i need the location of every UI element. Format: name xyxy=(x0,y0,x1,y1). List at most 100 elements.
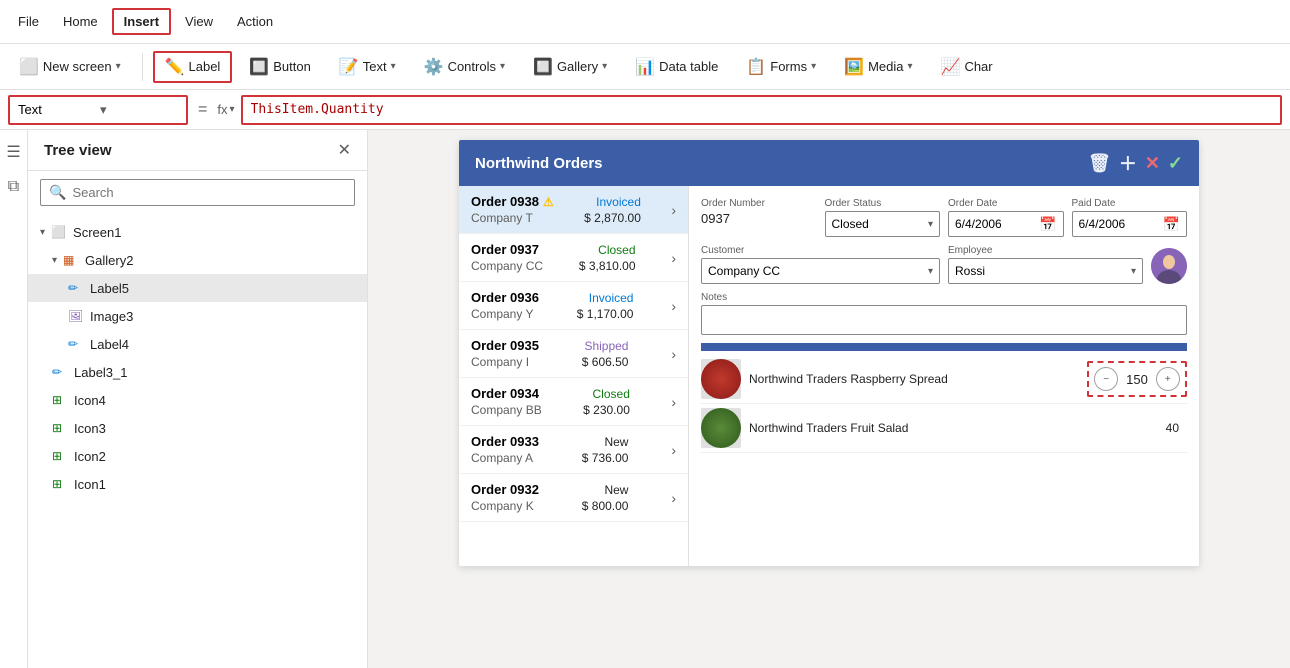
gallery-chevron: ▾ xyxy=(602,61,607,72)
tree-item-label4[interactable]: ✏ Label4 xyxy=(28,330,367,358)
menu-home[interactable]: Home xyxy=(53,10,108,33)
customer-input[interactable]: Company CC ▾ xyxy=(701,258,940,284)
tree-item-gallery2[interactable]: ▾ ▦ Gallery2 xyxy=(28,246,367,274)
order-item-0935[interactable]: Order 0935 Company I Shipped $ 606.50 › xyxy=(459,330,688,378)
order-0936-right: Invoiced $ 1,170.00 xyxy=(577,291,634,321)
menu-file[interactable]: File xyxy=(8,10,49,33)
tree-item-icon3[interactable]: ⊞ Icon3 xyxy=(28,414,367,442)
label5-icon: ✏ xyxy=(68,281,84,295)
canvas-area: Northwind Orders 🗑 ＋ ✕ ✓ Order 09 xyxy=(368,130,1290,668)
formula-selector-value: Text xyxy=(18,102,96,117)
employee-input[interactable]: Rossi ▾ xyxy=(948,258,1143,284)
separator-1 xyxy=(142,53,143,81)
forms-chevron: ▾ xyxy=(811,61,816,72)
search-input[interactable] xyxy=(72,185,346,200)
notes-input[interactable] xyxy=(701,305,1187,335)
order-item-0938[interactable]: Order 0938 ⚠ Company T Invoiced $ 2,870.… xyxy=(459,186,688,234)
data-table-button[interactable]: 📊 Data table xyxy=(624,52,729,82)
order-item-0932[interactable]: Order 0932 Company K New $ 800.00 › xyxy=(459,474,688,522)
product-2-image xyxy=(701,408,741,448)
button-button[interactable]: 🔲 Button xyxy=(238,52,322,82)
tree-item-image3[interactable]: 🖼 Image3 xyxy=(28,302,367,330)
media-icon: 🖼️ xyxy=(844,57,864,77)
order-0938-chevron: › xyxy=(671,202,676,218)
icon4-label: Icon4 xyxy=(74,393,106,408)
paid-date-input[interactable]: 6/4/2006 📅 xyxy=(1072,211,1188,237)
product-header-bar xyxy=(701,343,1187,351)
order-status-input[interactable]: Closed ▾ xyxy=(825,211,941,237)
chart-button[interactable]: 📈 Char xyxy=(930,52,1004,82)
controls-button[interactable]: ⚙️ Controls ▾ xyxy=(413,52,516,82)
qty-plus-icon[interactable]: + xyxy=(1156,367,1180,391)
forms-button[interactable]: 📋 Forms ▾ xyxy=(735,52,827,82)
product-1-qty-value: 150 xyxy=(1126,372,1148,387)
detail-row-2: Customer Company CC ▾ Employee Rossi xyxy=(701,245,1187,284)
order-date-input[interactable]: 6/4/2006 📅 xyxy=(948,211,1064,237)
nw-add-btn[interactable]: ＋ xyxy=(1119,150,1137,176)
product-1-qty-control[interactable]: − 150 + xyxy=(1087,361,1187,397)
order-0933-right: New $ 736.00 xyxy=(582,435,629,465)
order-item-0933[interactable]: Order 0933 Company A New $ 736.00 › xyxy=(459,426,688,474)
nw-app-title: Northwind Orders xyxy=(475,155,603,172)
controls-chevron: ▾ xyxy=(500,61,505,72)
tree-item-label5[interactable]: ✏ Label5 xyxy=(28,274,367,302)
formula-selector[interactable]: Text ▾ xyxy=(8,95,188,125)
new-screen-chevron: ▾ xyxy=(116,61,121,72)
employee-label: Employee xyxy=(948,245,1143,256)
order-0938-right: Invoiced $ 2,870.00 xyxy=(584,195,641,225)
gallery2-icon: ▦ xyxy=(63,253,79,267)
tree-item-icon4[interactable]: ⊞ Icon4 xyxy=(28,386,367,414)
order-number-field: Order Number 0937 xyxy=(701,198,817,237)
layers-icon[interactable]: ⧉ xyxy=(4,174,23,200)
label-button[interactable]: ✏️ Label xyxy=(153,51,233,83)
order-0938-left: Order 0938 ⚠ Company T xyxy=(471,194,554,225)
tree-header: Tree view ✕ xyxy=(28,130,367,171)
order-0938-amount: $ 2,870.00 xyxy=(584,211,641,225)
screen1-icon: ⬜ xyxy=(51,225,67,239)
tree-content: ▾ ⬜ Screen1 ▾ ▦ Gallery2 ✏ Label5 🖼 Imag… xyxy=(28,214,367,668)
chart-icon: 📈 xyxy=(941,57,961,77)
fx-chevron: ▾ xyxy=(229,104,234,115)
employee-dropdown-icon: ▾ xyxy=(1131,266,1136,277)
gallery-button[interactable]: 🔲 Gallery ▾ xyxy=(522,52,618,82)
text-button[interactable]: 📝 Text ▾ xyxy=(328,52,407,82)
nw-close-btn[interactable]: ✕ xyxy=(1145,153,1160,174)
media-button[interactable]: 🖼️ Media ▾ xyxy=(833,52,923,82)
customer-label: Customer xyxy=(701,245,940,256)
tree-item-label3-1[interactable]: ✏ Label3_1 xyxy=(28,358,367,386)
hamburger-icon[interactable]: ☰ xyxy=(2,138,24,166)
order-item-0937[interactable]: Order 0937 Company CC Closed $ 3,810.00 … xyxy=(459,234,688,282)
order-0935-company: Company I xyxy=(471,355,539,369)
order-status-field: Order Status Closed ▾ xyxy=(825,198,941,237)
icon1-icon: ⊞ xyxy=(52,477,68,491)
qty-minus-icon[interactable]: − xyxy=(1094,367,1118,391)
tree-search-box[interactable]: 🔍 xyxy=(40,179,355,206)
order-0933-status: New xyxy=(604,435,628,449)
order-0935-num: Order 0935 xyxy=(471,338,539,353)
order-0936-left: Order 0936 Company Y xyxy=(471,290,539,321)
order-0934-status: Closed xyxy=(593,387,630,401)
tree-item-screen1[interactable]: ▾ ⬜ Screen1 xyxy=(28,218,367,246)
order-0932-num: Order 0932 xyxy=(471,482,539,497)
formula-fx-area: fx ▾ xyxy=(217,102,234,117)
order-0937-chevron: › xyxy=(671,250,676,266)
product-1-image xyxy=(701,359,741,399)
product-row-2[interactable]: Northwind Traders Fruit Salad 40 xyxy=(701,404,1187,453)
nw-check-btn[interactable]: ✓ xyxy=(1168,153,1183,174)
menu-view[interactable]: View xyxy=(175,10,223,33)
order-item-0934[interactable]: Order 0934 Company BB Closed $ 230.00 › xyxy=(459,378,688,426)
order-0934-company: Company BB xyxy=(471,403,542,417)
product-row-1[interactable]: Northwind Traders Raspberry Spread − 150… xyxy=(701,355,1187,404)
formula-input[interactable] xyxy=(241,95,1283,125)
tree-item-icon1[interactable]: ⊞ Icon1 xyxy=(28,470,367,498)
tree-close-button[interactable]: ✕ xyxy=(338,140,351,160)
tree-item-icon2[interactable]: ⊞ Icon2 xyxy=(28,442,367,470)
icon4-icon: ⊞ xyxy=(52,393,68,407)
order-item-0936[interactable]: Order 0936 Company Y Invoiced $ 1,170.00… xyxy=(459,282,688,330)
new-screen-button[interactable]: ⬜ New screen ▾ xyxy=(8,52,132,82)
menu-action[interactable]: Action xyxy=(227,10,283,33)
label-label: Label xyxy=(189,59,221,74)
nw-delete-btn[interactable]: 🗑 xyxy=(1088,153,1111,174)
menu-insert[interactable]: Insert xyxy=(112,8,171,35)
icon1-label: Icon1 xyxy=(74,477,106,492)
